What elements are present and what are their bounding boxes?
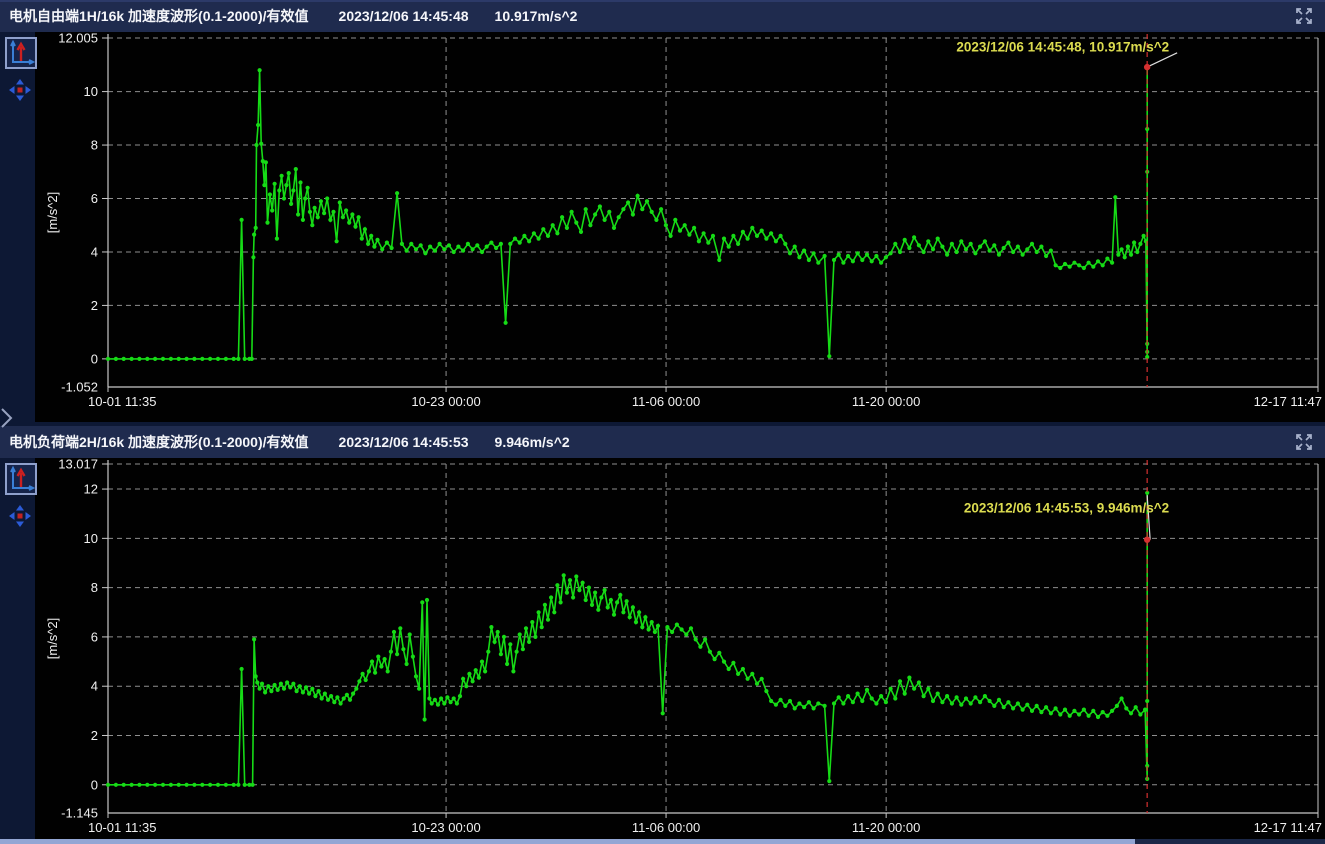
chart-title: 电机自由端1H/16k 加速度波形(0.1-2000)/有效值	[9, 6, 309, 26]
y-max-label: 12.005	[58, 32, 98, 46]
cursor-marker[interactable]	[1144, 64, 1150, 70]
y-tick-label: 0	[91, 351, 98, 366]
series-points	[106, 65, 1149, 361]
scrollbar-thumb[interactable]	[0, 839, 1135, 844]
x-tick-label: 12-17 11:47	[1254, 820, 1322, 835]
tool-rail	[0, 32, 35, 422]
x-tick-label: 10-01 11:35	[88, 394, 156, 409]
chart-cursor-value: 9.946m/s^2	[495, 434, 570, 450]
y-tick-label: 8	[91, 138, 98, 153]
tool-rail	[0, 458, 35, 839]
y-axis-label: [m/s^2]	[45, 192, 60, 234]
chart-header: 电机自由端1H/16k 加速度波形(0.1-2000)/有效值 2023/12/…	[0, 0, 1325, 32]
x-tick-label: 11-20 00:00	[852, 394, 920, 409]
y-tick-label: 8	[91, 580, 98, 595]
expand-arrows-icon[interactable]	[1295, 433, 1313, 451]
cursor-annotation: 2023/12/06 14:45:53, 9.946m/s^2	[964, 500, 1169, 515]
trend-chart-motor-free-end: 0 2 4 6 8 10 12.005 -1.05210-01 11:35 10-23 00:0…	[35, 32, 1325, 422]
chart-cursor-value: 10.917m/s^2	[495, 8, 578, 24]
series-line	[108, 493, 1147, 785]
x-tick-label: 10-23 00:00	[411, 394, 480, 409]
horizontal-scrollbar[interactable]	[0, 839, 1325, 844]
x-tick-label: 11-06 00:00	[632, 394, 700, 409]
cursor-marker[interactable]	[1144, 536, 1150, 542]
axis-arrow-tool-icon[interactable]	[5, 463, 37, 495]
series-line	[108, 67, 1147, 359]
y-tick-label: 12	[84, 482, 98, 497]
y-tick-label: 10	[84, 84, 98, 99]
y-tick-label: 2	[91, 728, 98, 743]
trend-chart-motor-load-end: 0 2 4 6 8 10 12 13.017 -1.14510-01 11:35 10-23 00…	[35, 458, 1325, 839]
y-tick-label: 4	[91, 679, 98, 694]
y-min-label: -1.145	[61, 806, 98, 821]
y-axis-label: [m/s^2]	[45, 618, 60, 660]
chart-header: 电机负荷端2H/16k 加速度波形(0.1-2000)/有效值 2023/12/…	[0, 426, 1325, 458]
x-tick-label: 11-06 00:00	[632, 820, 700, 835]
chart-cursor-datetime: 2023/12/06 14:45:48	[339, 8, 469, 24]
cursor-annotation: 2023/12/06 14:45:48, 10.917m/s^2	[956, 39, 1169, 54]
x-tick-label: 11-20 00:00	[852, 820, 920, 835]
cursor-leader-line	[1147, 53, 1177, 67]
axis-arrow-tool-icon[interactable]	[5, 37, 37, 69]
y-tick-label: 6	[91, 629, 98, 644]
window-top-edge	[0, 0, 1325, 2]
y-tick-label: 0	[91, 777, 98, 792]
y-tick-label: 2	[91, 298, 98, 313]
chart-panel-motor-free-end: 电机自由端1H/16k 加速度波形(0.1-2000)/有效值 2023/12/…	[0, 0, 1325, 422]
app-root: 电机自由端1H/16k 加速度波形(0.1-2000)/有效值 2023/12/…	[0, 0, 1325, 844]
y-tick-label: 10	[84, 531, 98, 546]
y-min-label: -1.052	[61, 380, 98, 395]
move-cross-icon[interactable]	[9, 505, 31, 527]
y-max-label: 13.017	[58, 458, 98, 472]
expand-arrows-icon[interactable]	[1295, 7, 1313, 25]
y-tick-label: 4	[91, 244, 98, 259]
y-tick-label: 6	[91, 191, 98, 206]
x-tick-label: 12-17 11:47	[1254, 394, 1322, 409]
series-points	[106, 491, 1149, 787]
chart-body: 0 2 4 6 8 10 12.005 -1.05210-01 11:35 10-23 00:0…	[0, 32, 1325, 422]
chart-cursor-datetime: 2023/12/06 14:45:53	[339, 434, 469, 450]
x-tick-label: 10-01 11:35	[88, 820, 156, 835]
x-tick-label: 10-23 00:00	[411, 820, 480, 835]
move-cross-icon[interactable]	[9, 79, 31, 101]
expand-panel-chevron-icon[interactable]	[0, 407, 14, 429]
chart-title: 电机负荷端2H/16k 加速度波形(0.1-2000)/有效值	[9, 432, 309, 452]
chart-panel-motor-load-end: 电机负荷端2H/16k 加速度波形(0.1-2000)/有效值 2023/12/…	[0, 426, 1325, 839]
chart-body: 0 2 4 6 8 10 12 13.017 -1.14510-01 11:35 10-23 00…	[0, 458, 1325, 839]
